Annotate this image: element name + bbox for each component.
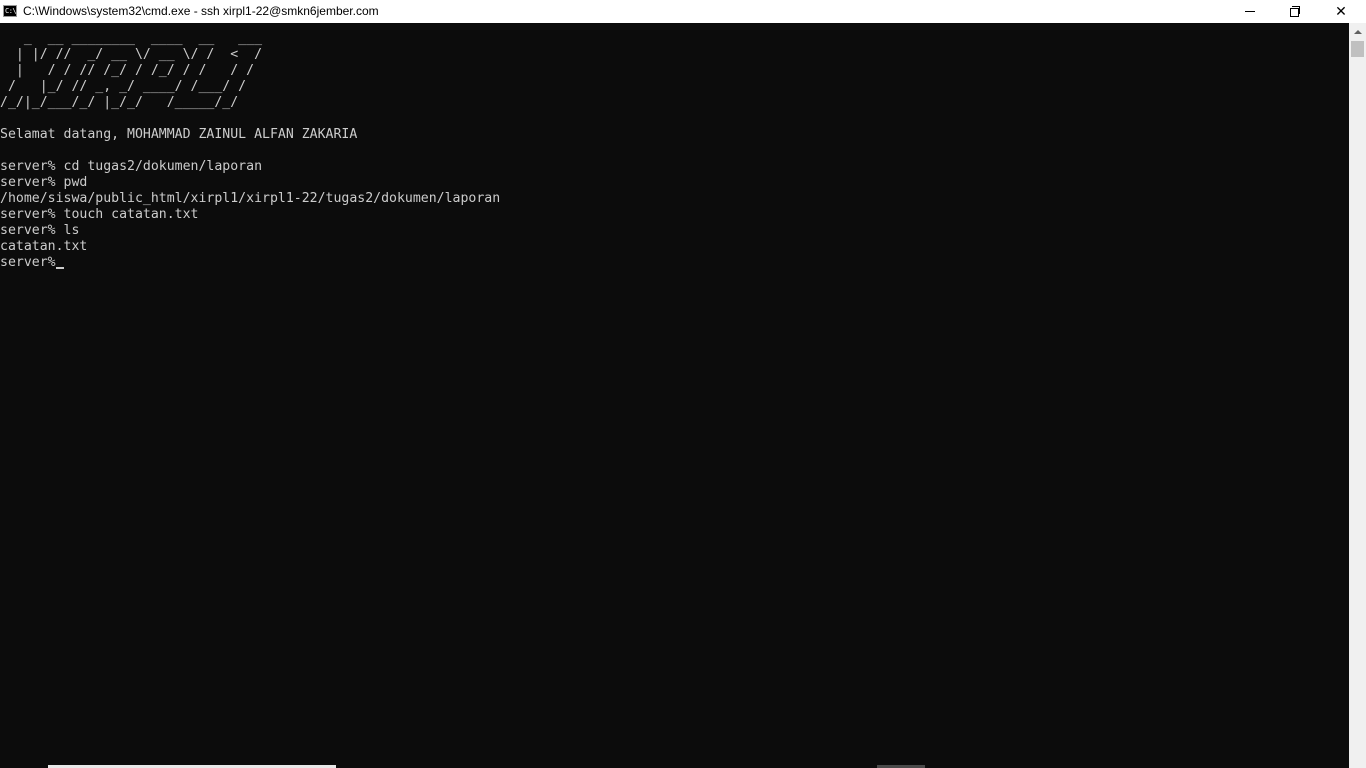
console-line: server% touch catatan.txt [0, 207, 199, 222]
vertical-scrollbar[interactable] [1349, 23, 1366, 768]
text-cursor [55, 267, 64, 269]
restore-icon [1289, 6, 1301, 17]
ascii-banner-line: / |_/ // _, _/ ____/ /___/ / [0, 79, 263, 94]
prompt-line[interactable]: server% [0, 255, 500, 271]
cmd-icon-glyph: C:\ [5, 7, 17, 15]
welcome-message: Selamat datang, MOHAMMAD ZAINUL ALFAN ZA… [0, 127, 358, 142]
console-line: catatan.txt [0, 239, 88, 254]
ascii-banner-line: _ __ ________ ____ __ ___ [0, 31, 263, 46]
console-line: /home/siswa/public_html/xirpl1/xirpl1-22… [0, 191, 501, 206]
close-icon: ✕ [1335, 3, 1347, 20]
console-line: server% pwd [0, 175, 88, 190]
prompt: server% [0, 255, 56, 270]
minimize-icon [1245, 11, 1255, 12]
console-line: server% ls [0, 223, 80, 238]
console-output: _ __ ________ ____ __ ___ | |/ // _/ __ … [0, 31, 500, 271]
console-line: server% cd tugas2/dokumen/laporan [0, 159, 263, 174]
arrow-up-icon [1353, 29, 1362, 34]
cmd-icon[interactable]: C:\ [3, 5, 17, 17]
ascii-banner-line: /_/|_/___/_/ |_/_/ /_____/_/ [0, 95, 263, 110]
title-bar[interactable]: C:\ C:\Windows\system32\cmd.exe - ssh xi… [0, 0, 1366, 23]
console-area[interactable]: _ __ ________ ____ __ ___ | |/ // _/ __ … [0, 23, 1349, 768]
cmd-window: C:\ C:\Windows\system32\cmd.exe - ssh xi… [0, 0, 1366, 768]
window-title: C:\Windows\system32\cmd.exe - ssh xirpl1… [23, 4, 379, 18]
scroll-up-button[interactable] [1349, 23, 1366, 40]
scroll-thumb[interactable] [1351, 41, 1364, 57]
minimize-button[interactable] [1227, 0, 1273, 23]
restore-button[interactable] [1272, 0, 1318, 23]
close-button[interactable]: ✕ [1318, 0, 1364, 23]
ascii-banner-line: | |/ // _/ __ \/ __ \/ / < / [0, 47, 263, 62]
ascii-banner-line: | / / // /_/ / /_/ / / / / [0, 63, 263, 78]
